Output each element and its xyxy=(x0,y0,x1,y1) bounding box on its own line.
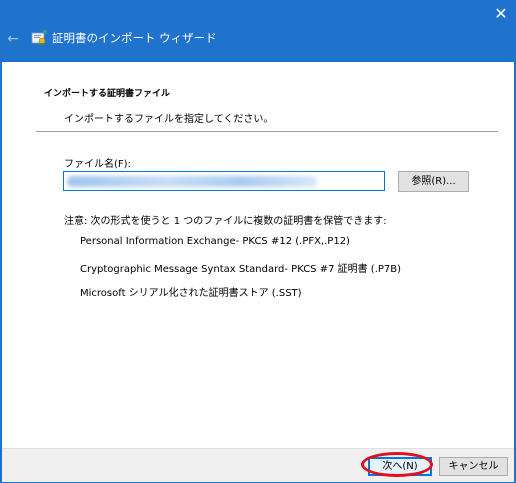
wizard-content-panel: インポートする証明書ファイル インポートするファイルを指定してください。 ファイ… xyxy=(2,62,514,448)
certificate-wizard-icon xyxy=(31,30,47,46)
button-bar: 次へ(N) キャンセル xyxy=(2,448,514,482)
format-note-heading: 注意: 次の形式を使うと 1 つのファイルに複数の証明書を保管できます: xyxy=(64,216,387,227)
section-subtitle: インポートするファイルを指定してください。 xyxy=(64,114,274,125)
back-button[interactable]: ← xyxy=(4,30,22,48)
section-title: インポートする証明書ファイル xyxy=(44,89,171,99)
format-item-p7b: Cryptographic Message Syntax Standard- P… xyxy=(80,264,402,275)
format-item-sst: Microsoft シリアル化された証明書ストア (.SST) xyxy=(80,288,302,299)
import-wizard-window: ✕ ← 証明書のインポート ウィザード インポートする証明書ファイル インポート… xyxy=(0,0,516,483)
file-name-label: ファイル名(F): xyxy=(64,159,131,170)
format-item-pfx: Personal Information Exchange- PKCS #12 … xyxy=(80,236,350,247)
next-button[interactable]: 次へ(N) xyxy=(368,457,432,476)
back-arrow-icon: ← xyxy=(7,31,19,47)
browse-button[interactable]: 参照(R)... xyxy=(398,171,469,192)
window-title: 証明書のインポート ウィザード xyxy=(52,31,217,45)
file-name-input[interactable]: ●●●●●●●●●●●●●●●●●●●●●●●●●●●●●●●●●●● xyxy=(63,171,385,191)
cancel-button[interactable]: キャンセル xyxy=(439,457,508,476)
redacted-file-path: ●●●●●●●●●●●●●●●●●●●●●●●●●●●●●●●●●●● xyxy=(67,176,317,187)
close-icon: ✕ xyxy=(494,3,508,23)
close-button[interactable]: ✕ xyxy=(486,0,516,26)
title-bar: ✕ ← 証明書のインポート ウィザード xyxy=(0,0,516,60)
header-divider xyxy=(36,131,498,132)
